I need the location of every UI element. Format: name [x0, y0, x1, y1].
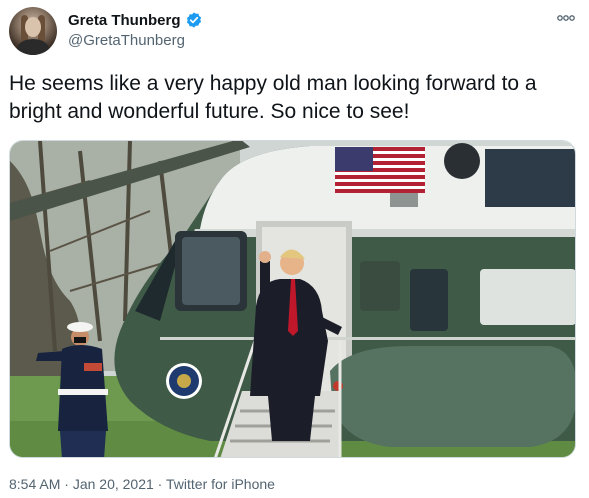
verified-badge-icon	[186, 12, 201, 28]
meta-separator-2: ·	[153, 476, 166, 492]
more-options-icon[interactable]	[555, 10, 577, 26]
tweet-text: He seems like a very happy old man looki…	[9, 72, 537, 123]
display-name[interactable]: Greta Thunberg	[68, 12, 181, 29]
tweet-metadata: 8:54 AM · Jan 20, 2021 · Twitter for iPh…	[9, 476, 275, 492]
avatar[interactable]	[9, 7, 57, 55]
tweet-time[interactable]: 8:54 AM	[9, 476, 60, 492]
meta-separator: ·	[60, 476, 73, 492]
tweet-card: Greta Thunberg @GretaThunberg He seems l…	[0, 0, 589, 498]
avatar-body	[17, 39, 49, 55]
tweet-source[interactable]: Twitter for iPhone	[166, 476, 275, 492]
tweet-date[interactable]: Jan 20, 2021	[73, 476, 154, 492]
author-handle[interactable]: @GretaThunberg	[68, 32, 185, 49]
author-name-row: Greta Thunberg	[68, 11, 203, 29]
helicopter-photo-illustration	[10, 141, 575, 457]
avatar-face	[25, 17, 41, 37]
tweet-photo[interactable]	[9, 140, 576, 458]
